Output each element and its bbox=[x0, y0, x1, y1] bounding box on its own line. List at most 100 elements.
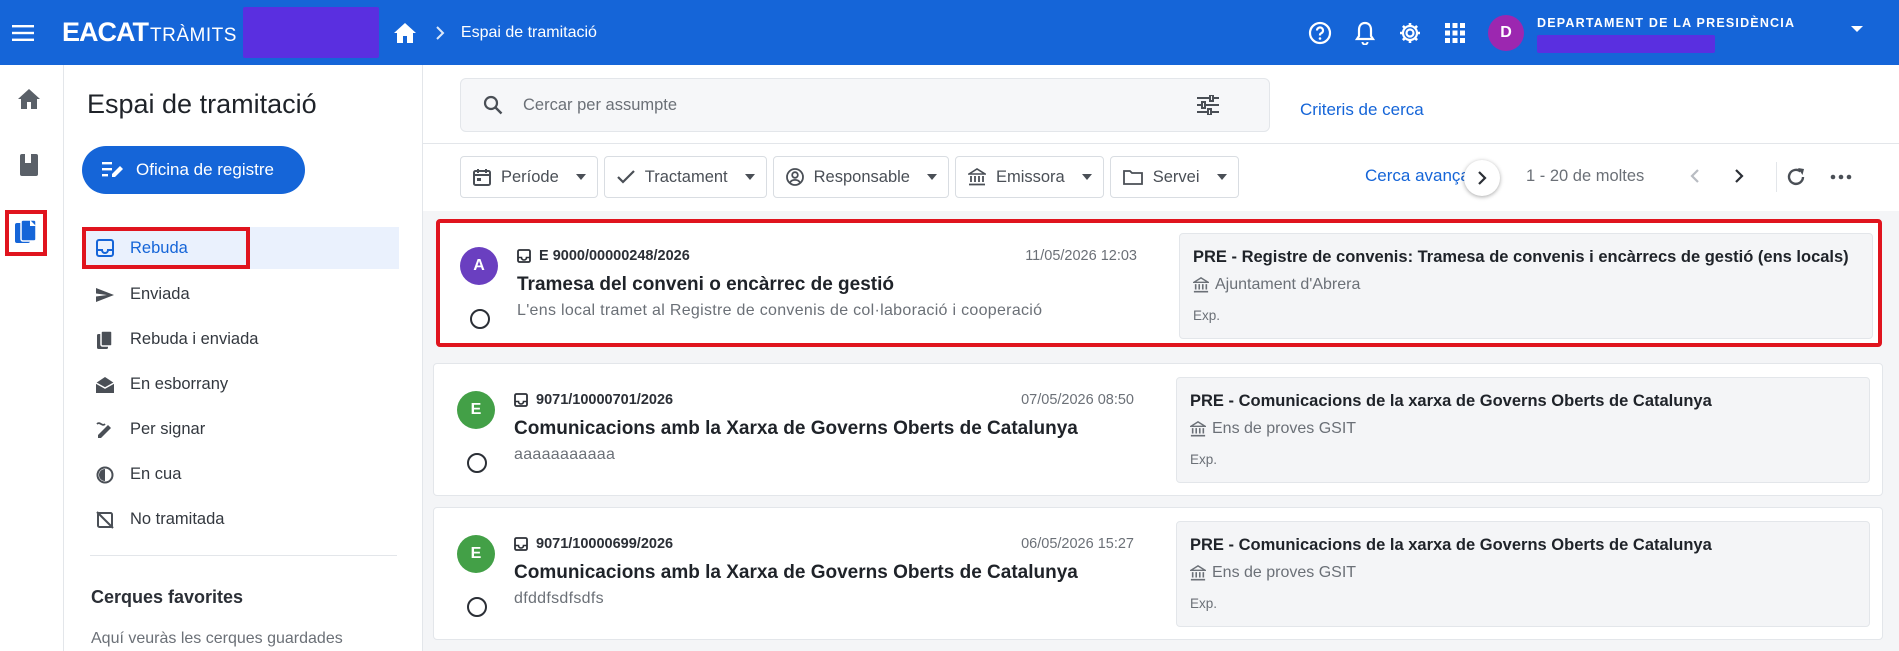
top-bar: EACAT TRÀMITS Espai de tramitació bbox=[0, 0, 1899, 65]
nav-item-not-processed[interactable]: No tramitada bbox=[82, 497, 399, 542]
previous-page-button[interactable] bbox=[1690, 168, 1700, 184]
book-icon bbox=[20, 154, 38, 176]
procedure-panel: PRE - Registre de convenis: Tramesa de c… bbox=[1179, 233, 1873, 339]
caret-down-icon bbox=[575, 174, 586, 180]
breadcrumb-current: Espai de tramitació bbox=[460, 23, 597, 41]
sign-icon bbox=[94, 419, 116, 441]
rail-book-button[interactable] bbox=[10, 145, 48, 185]
menu-icon bbox=[12, 24, 34, 41]
register-number-text: 9071/10000699/2026 bbox=[536, 536, 674, 552]
filter-label: Responsable bbox=[813, 167, 910, 186]
caret-down-icon bbox=[1216, 174, 1227, 180]
filter-bar: Període Tractament Responsable Emissora … bbox=[460, 156, 1239, 198]
nav-item-label: Enviada bbox=[130, 285, 190, 303]
organization: Ens de proves GSIT bbox=[1190, 564, 1356, 582]
apps-grid-icon bbox=[1444, 22, 1465, 43]
refresh-icon bbox=[1787, 168, 1805, 186]
nav-item-label: En esborrany bbox=[130, 375, 229, 393]
filter-label: Tractament bbox=[644, 167, 728, 186]
check-icon bbox=[617, 170, 635, 184]
caret-down-icon bbox=[1081, 174, 1092, 180]
institution-icon bbox=[1190, 565, 1206, 581]
nav-item-to-sign[interactable]: Per signar bbox=[82, 407, 399, 452]
not-processed-icon bbox=[94, 509, 116, 531]
redacted-area bbox=[242, 7, 379, 58]
notifications-button[interactable] bbox=[1351, 19, 1378, 46]
tune-icon[interactable] bbox=[1197, 95, 1219, 115]
record-description: L'ens local tramet al Registre de conven… bbox=[517, 302, 1043, 319]
icon-rail bbox=[0, 65, 64, 651]
search-input[interactable] bbox=[523, 95, 1183, 115]
inbox-icon bbox=[514, 393, 528, 407]
nav-item-queue[interactable]: En cua bbox=[82, 452, 399, 497]
advanced-search-link[interactable]: Cerca avançada bbox=[1365, 166, 1477, 186]
help-icon bbox=[1308, 21, 1331, 44]
copy-icon bbox=[94, 329, 116, 351]
organization-name: Ajuntament d'Abrera bbox=[1215, 276, 1361, 293]
settings-button[interactable] bbox=[1396, 19, 1423, 46]
toolbar-separator bbox=[1776, 162, 1777, 192]
record-select-radio[interactable] bbox=[467, 453, 487, 473]
filter-period[interactable]: Període bbox=[460, 156, 598, 198]
hamburger-menu-button[interactable] bbox=[0, 0, 46, 65]
record-description: dfddfsdfsdfs bbox=[514, 590, 604, 607]
office-register-button[interactable]: Oficina de registre bbox=[82, 146, 305, 194]
search-criteria-link[interactable]: Criteris de cerca bbox=[1300, 100, 1424, 120]
chevron-right-icon bbox=[1735, 169, 1744, 183]
record-select-radio[interactable] bbox=[467, 597, 487, 617]
rail-documents-button[interactable] bbox=[5, 210, 47, 256]
procedure-title: PRE - Comunicacions de la xarxa de Gover… bbox=[1190, 536, 1712, 554]
filter-label: Període bbox=[501, 167, 559, 186]
apps-button[interactable] bbox=[1441, 19, 1468, 46]
record-select-radio[interactable] bbox=[470, 309, 490, 329]
filter-issuer[interactable]: Emissora bbox=[954, 156, 1104, 198]
mailbox-list: Rebuda Enviada Rebuda i enviada En esbor… bbox=[82, 227, 399, 542]
search-icon bbox=[483, 95, 503, 115]
expedient-label: Exp. bbox=[1193, 308, 1221, 323]
nav-item-received-and-sent[interactable]: Rebuda i enviada bbox=[82, 317, 399, 362]
gear-icon bbox=[1399, 22, 1420, 43]
redacted-user-name bbox=[1537, 35, 1715, 53]
next-page-button[interactable] bbox=[1734, 168, 1744, 184]
pagination-info: 1 - 20 de moltes bbox=[1526, 167, 1645, 185]
list-item[interactable]: E 9071/10000699/2026 06/05/2026 15:27 Co… bbox=[433, 507, 1883, 640]
chevron-right-icon bbox=[436, 25, 445, 40]
more-options-button[interactable] bbox=[1830, 166, 1852, 188]
user-avatar[interactable]: D bbox=[1488, 15, 1524, 51]
rail-home-button[interactable] bbox=[10, 79, 48, 119]
help-button[interactable] bbox=[1306, 19, 1333, 46]
nav-item-sent[interactable]: Enviada bbox=[82, 272, 399, 317]
list-item[interactable]: A E 9000/00000248/2026 11/05/2026 12:03 … bbox=[436, 219, 1882, 347]
register-number: 9071/10000699/2026 bbox=[514, 536, 673, 552]
filter-responsible[interactable]: Responsable bbox=[772, 156, 949, 198]
list-item[interactable]: E 9071/10000701/2026 07/05/2026 08:50 Co… bbox=[433, 363, 1883, 496]
organization-name: Ens de proves GSIT bbox=[1212, 564, 1357, 581]
record-avatar: A bbox=[460, 247, 498, 285]
nav-item-received[interactable]: Rebuda bbox=[82, 227, 399, 269]
institution-icon bbox=[1190, 421, 1206, 437]
more-horizontal-icon bbox=[1830, 174, 1852, 180]
home-icon bbox=[18, 89, 40, 109]
record-avatar: E bbox=[457, 535, 495, 573]
logo-sub-text: TRÀMITS bbox=[150, 25, 237, 46]
app-logo[interactable]: EACAT TRÀMITS bbox=[62, 17, 237, 48]
breadcrumb-home-button[interactable] bbox=[391, 19, 419, 47]
register-number: E 9000/00000248/2026 bbox=[517, 248, 690, 264]
record-subject: Comunicacions amb la Xarxa de Governs Ob… bbox=[514, 562, 1078, 583]
filter-treatment[interactable]: Tractament bbox=[603, 156, 767, 198]
record-date: 11/05/2026 12:03 bbox=[1025, 248, 1137, 264]
caret-down-icon bbox=[926, 174, 937, 180]
nav-item-label: No tramitada bbox=[130, 510, 225, 528]
record-subject: Comunicacions amb la Xarxa de Governs Ob… bbox=[514, 418, 1078, 439]
filters-scroll-right-button[interactable] bbox=[1464, 160, 1500, 196]
page-title: Espai de tramitació bbox=[87, 89, 317, 119]
user-menu-toggle[interactable] bbox=[1850, 24, 1864, 34]
refresh-button[interactable] bbox=[1785, 166, 1807, 188]
selection-highlight bbox=[82, 227, 250, 269]
home-icon bbox=[393, 22, 416, 43]
queue-icon bbox=[94, 464, 116, 486]
caret-down-icon bbox=[744, 174, 755, 180]
filter-service[interactable]: Servei bbox=[1109, 156, 1239, 198]
nav-item-draft[interactable]: En esborrany bbox=[82, 362, 399, 407]
institution-icon bbox=[1193, 277, 1209, 293]
